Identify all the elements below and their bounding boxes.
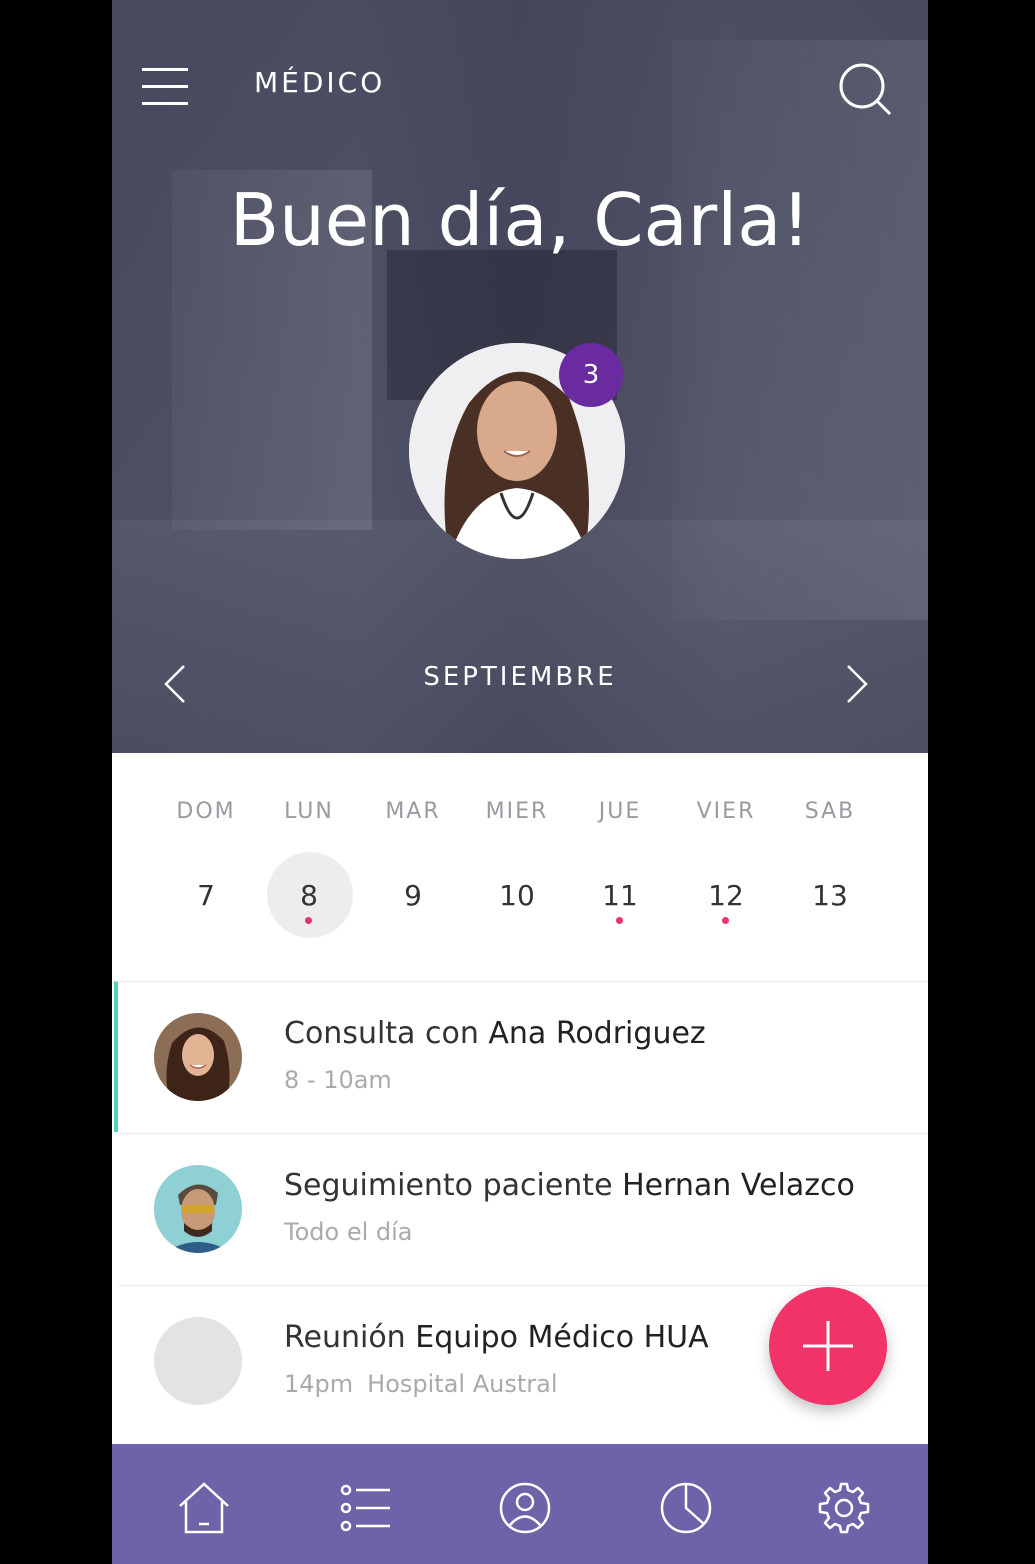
event-title: Seguimiento paciente Hernan Velazco <box>284 1168 855 1203</box>
notification-badge[interactable]: 3 <box>559 343 623 407</box>
day-number: 11 <box>602 879 638 912</box>
day-wednesday[interactable]: MIER 10 <box>465 753 569 981</box>
day-number: 12 <box>708 879 744 912</box>
profile-icon[interactable] <box>495 1478 555 1538</box>
event-dot <box>722 917 729 924</box>
month-label: SEPTIEMBRE <box>423 662 617 692</box>
day-of-week: JUE <box>598 799 642 824</box>
greeting: Buen día, Carla! <box>229 178 811 262</box>
plus-icon <box>803 1321 853 1371</box>
day-friday[interactable]: VIER 12 <box>674 753 778 981</box>
day-number: 8 <box>300 879 318 912</box>
day-of-week: VIER <box>696 799 756 824</box>
search-icon[interactable] <box>838 62 892 116</box>
event-person: Hernan Velazco <box>622 1168 855 1203</box>
event-dot <box>616 917 623 924</box>
chart-icon[interactable] <box>656 1478 716 1538</box>
event-time: 14pm Hospital Austral <box>284 1370 558 1398</box>
app-title: MÉDICO <box>254 66 386 99</box>
day-number: 13 <box>812 879 848 912</box>
event-time: 8 - 10am <box>284 1066 392 1094</box>
day-number: 7 <box>197 879 215 912</box>
day-of-week: DOM <box>176 799 236 824</box>
event-title: Consulta con Ana Rodriguez <box>284 1016 706 1051</box>
chevron-right-icon[interactable] <box>844 662 870 706</box>
event-person: Ana Rodriguez <box>488 1016 706 1051</box>
day-number: 10 <box>499 879 535 912</box>
settings-icon[interactable] <box>814 1478 874 1538</box>
event-title: Reunión Equipo Médico HUA <box>284 1320 709 1355</box>
bottom-nav <box>112 1444 928 1564</box>
day-tuesday[interactable]: MAR 9 <box>361 753 465 981</box>
event-dot <box>305 917 312 924</box>
list-icon[interactable] <box>336 1478 396 1538</box>
day-of-week: MIER <box>485 799 549 824</box>
avatar <box>154 1165 242 1253</box>
event-item[interactable]: Consulta con Ana Rodriguez 8 - 10am <box>114 981 928 1132</box>
event-item[interactable]: Seguimiento paciente Hernan Velazco Todo… <box>118 1133 928 1284</box>
week-calendar: DOM 7 LUN 8 MAR 9 MIER 10 JUE 11 VIER 12 <box>112 753 928 981</box>
event-time: Todo el día <box>284 1218 413 1246</box>
home-icon[interactable] <box>174 1478 234 1538</box>
day-monday[interactable]: LUN 8 <box>257 753 361 981</box>
phone-screen: MÉDICO Buen día, Carla! 3 SEPTIEMBRE DOM… <box>112 0 928 1564</box>
menu-button[interactable] <box>142 68 190 108</box>
day-of-week: LUN <box>284 799 334 824</box>
avatar <box>154 1013 242 1101</box>
day-of-week: MAR <box>385 799 441 824</box>
header-hero: MÉDICO Buen día, Carla! 3 SEPTIEMBRE <box>112 0 928 753</box>
day-number: 9 <box>404 879 422 912</box>
day-of-week: SAB <box>804 799 856 824</box>
day-sunday[interactable]: DOM 7 <box>154 753 258 981</box>
event-location: Hospital Austral <box>367 1370 558 1398</box>
event-group: Equipo Médico HUA <box>415 1320 709 1355</box>
add-event-button[interactable] <box>769 1287 887 1405</box>
avatar-placeholder <box>154 1317 242 1405</box>
day-thursday[interactable]: JUE 11 <box>568 753 672 981</box>
day-saturday[interactable]: SAB 13 <box>778 753 882 981</box>
